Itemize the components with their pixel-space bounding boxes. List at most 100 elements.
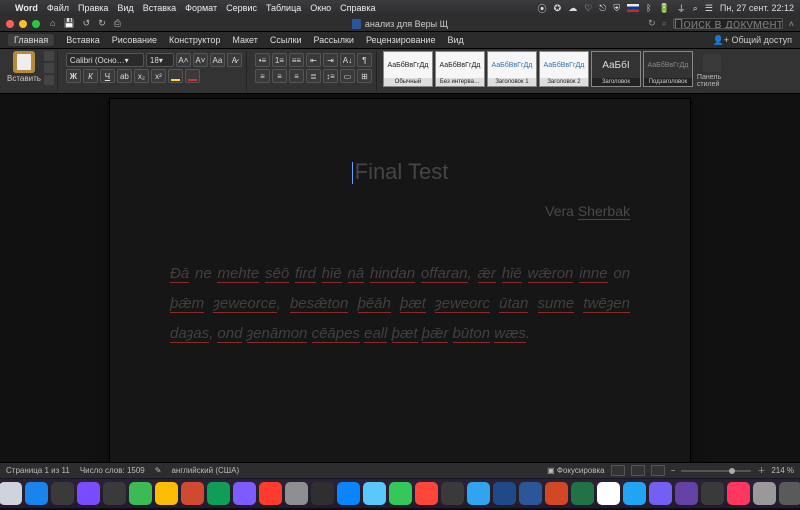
menubar-extra-icon[interactable]: ⎋ (599, 3, 606, 14)
dock-app-icon[interactable] (0, 482, 22, 505)
app-name[interactable]: Word (15, 3, 38, 13)
zoom-level[interactable]: 214 % (771, 466, 794, 475)
style-normal[interactable]: АаБбВвГгДдОбычный (383, 51, 433, 87)
dock-app-icon[interactable] (545, 482, 568, 505)
body-text-run[interactable]: þǣr (422, 325, 449, 343)
body-text-run[interactable]: cēāpes (312, 325, 360, 343)
tab-home[interactable]: Главная (8, 34, 54, 46)
body-text-run[interactable] (522, 265, 528, 282)
language-indicator[interactable]: английский (США) (171, 466, 239, 475)
search-input[interactable] (673, 18, 783, 29)
body-text-run[interactable]: ǣr (478, 265, 496, 283)
body-text-run[interactable]: būton (453, 325, 491, 343)
body-text-run[interactable]: ȝeweorc (435, 295, 490, 313)
wifi-icon[interactable]: ⏚ (677, 2, 686, 15)
menubar-extra-icon[interactable]: ☁ (568, 3, 577, 14)
body-text-run[interactable]: hindan (370, 265, 415, 283)
body-text-run[interactable] (490, 295, 499, 312)
font-family-select[interactable]: Calibri (Осно… ▾ (66, 53, 144, 67)
web-layout-view-button[interactable] (631, 465, 645, 476)
body-text-run[interactable]: hīē (502, 265, 522, 283)
paste-button[interactable]: Вставить (7, 51, 41, 85)
font-color-button[interactable] (185, 69, 200, 83)
outline-view-button[interactable] (651, 465, 665, 476)
body-text-run[interactable] (426, 295, 435, 312)
sort-button[interactable]: A↓ (340, 53, 355, 67)
share-button[interactable]: 👤+ Общий доступ (713, 35, 792, 46)
tab-review[interactable]: Рецензирование (366, 35, 436, 45)
body-text-run[interactable]: wǣron (528, 265, 574, 283)
body-text-run[interactable] (316, 265, 322, 282)
body-text-run[interactable]: ne (189, 265, 217, 282)
body-text-run[interactable]: þæt (392, 325, 418, 343)
style-heading1[interactable]: АаБбВвГгДдЗаголовок 1 (487, 51, 537, 87)
dock-app-icon[interactable] (727, 482, 750, 505)
page[interactable]: Final Test Vera Sherbak Đā ne mehte sēō … (110, 99, 690, 462)
superscript-button[interactable]: x² (151, 69, 166, 83)
dock-app-icon[interactable] (675, 482, 698, 505)
menu-window[interactable]: Окно (310, 3, 331, 13)
body-text-run[interactable] (448, 325, 452, 342)
body-text-run[interactable]: sēō (265, 265, 289, 283)
tab-layout[interactable]: Макет (232, 35, 257, 45)
body-text-run[interactable]: ȝenāmon (247, 325, 308, 343)
body-text-run[interactable]: ond (217, 325, 242, 343)
sync-icon[interactable]: ↻ (648, 18, 656, 29)
print-layout-view-button[interactable] (611, 465, 625, 476)
style-title[interactable]: АаБбІЗаголовок (591, 51, 641, 87)
dock-app-icon[interactable] (623, 482, 646, 505)
ribbon-collapse-icon[interactable]: ˄ (789, 19, 794, 29)
body-text-run[interactable] (387, 325, 391, 342)
dock-app-icon[interactable] (129, 482, 152, 505)
numbering-button[interactable]: 1≡ (272, 53, 287, 67)
dock-app-icon[interactable] (389, 482, 412, 505)
body-text-run[interactable]: inne (579, 265, 607, 283)
home-icon[interactable]: ⌂ (50, 18, 55, 29)
style-heading2[interactable]: АаБбВвГгДдЗаголовок 2 (539, 51, 589, 87)
dock-app-icon[interactable] (779, 482, 800, 505)
zoom-in-button[interactable]: ＋ (757, 465, 765, 476)
body-text-run[interactable]: offaran (421, 265, 468, 283)
align-left-button[interactable]: ≡ (255, 69, 270, 83)
increase-indent-button[interactable]: ⇥ (323, 53, 338, 67)
highlight-color-button[interactable] (168, 69, 183, 83)
menu-insert[interactable]: Вставка (143, 3, 176, 13)
bold-button[interactable]: Ж (66, 69, 81, 83)
dock-app-icon[interactable] (649, 482, 672, 505)
zoom-slider[interactable] (681, 470, 751, 472)
body-text-run[interactable]: þǣm (170, 295, 204, 313)
dock-app-icon[interactable] (51, 482, 74, 505)
page-indicator[interactable]: Страница 1 из 11 (6, 466, 70, 475)
body-text-run[interactable]: hīē (322, 265, 342, 283)
body-text-run[interactable] (204, 295, 213, 312)
body-text-run[interactable]: þēāh (358, 295, 391, 313)
dock-app-icon[interactable] (233, 482, 256, 505)
dock-app-icon[interactable] (25, 482, 48, 505)
shield-icon[interactable]: ⛨ (613, 3, 620, 14)
menubar-extra-icon[interactable]: ♡ (584, 3, 592, 14)
multilevel-list-button[interactable]: ≡≡ (289, 53, 304, 67)
menubar-extra-icon[interactable]: ⦿ (538, 2, 547, 15)
control-center-icon[interactable]: ☰ (705, 3, 713, 14)
body-text-run[interactable]: wæs (494, 325, 526, 343)
menu-tools[interactable]: Сервис (226, 3, 257, 13)
align-center-button[interactable]: ≡ (272, 69, 287, 83)
word-count[interactable]: Число слов: 1509 (80, 466, 145, 475)
body-text-run[interactable]: ūtan (499, 295, 528, 313)
body-text-run[interactable]: Đā (170, 265, 189, 283)
print-icon[interactable]: ⎙ (114, 18, 121, 29)
body-text-run[interactable]: twēȝen (583, 295, 630, 313)
copy-button[interactable] (44, 63, 54, 73)
body-text-run[interactable] (574, 295, 583, 312)
menu-help[interactable]: Справка (340, 3, 375, 13)
decrease-font-button[interactable]: A˅ (193, 53, 208, 67)
borders-button[interactable]: ⊞ (357, 69, 372, 83)
body-text-run[interactable]: besǣton (290, 295, 348, 313)
dock-app-icon[interactable] (415, 482, 438, 505)
italic-button[interactable]: К (83, 69, 98, 83)
dock-app-icon[interactable] (701, 482, 724, 505)
body-text-run[interactable] (242, 325, 246, 342)
tab-draw[interactable]: Рисование (112, 35, 157, 45)
underline-button[interactable]: Ч (100, 69, 115, 83)
clear-formatting-button[interactable]: A̷ (227, 53, 242, 67)
